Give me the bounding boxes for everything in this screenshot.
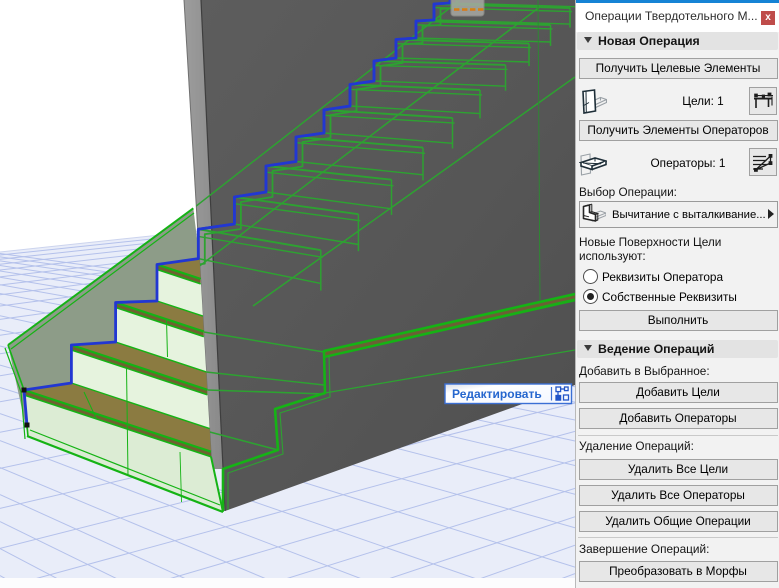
svg-text:Редактировать: Редактировать: [452, 387, 542, 401]
